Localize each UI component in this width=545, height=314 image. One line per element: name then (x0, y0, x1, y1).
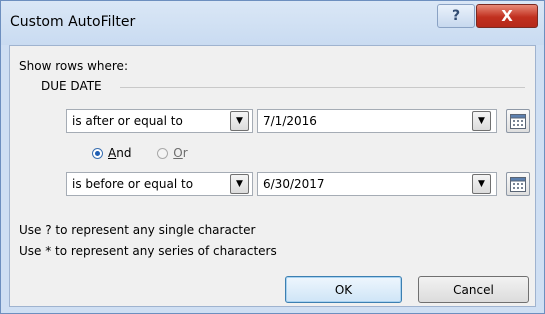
or-radio[interactable]: Or (157, 146, 209, 160)
dialog-body: Show rows where: DUE DATE is after or eq… (9, 45, 536, 307)
close-button[interactable]: X (476, 4, 538, 28)
operator-1-dropdown[interactable]: is after or equal to ▼ (66, 109, 253, 133)
value-1-text: 7/1/2016 (263, 114, 317, 128)
and-label: nd (116, 146, 132, 160)
dialog-title: Custom AutoFilter (10, 14, 136, 30)
or-accelerator: O (173, 146, 183, 160)
show-rows-label: Show rows where: (19, 59, 128, 73)
date-picker-1-button[interactable] (506, 109, 530, 133)
close-icon: X (501, 7, 513, 25)
column-name-label: DUE DATE (41, 79, 102, 93)
cancel-button[interactable]: Cancel (418, 276, 529, 303)
value-2-combobox[interactable]: 6/30/2017 ▼ (257, 172, 497, 196)
logic-radio-group: And Or (92, 146, 210, 160)
calendar-icon (510, 176, 526, 192)
cancel-button-label: Cancel (453, 282, 494, 297)
and-radio[interactable]: And (92, 146, 153, 160)
radio-unselected-icon[interactable] (157, 148, 169, 159)
chevron-down-icon[interactable]: ▼ (230, 111, 249, 131)
operator-1-value: is after or equal to (72, 114, 183, 128)
value-1-combobox[interactable]: 7/1/2016 ▼ (257, 109, 497, 133)
or-label: r (182, 146, 188, 160)
date-picker-2-button[interactable] (506, 172, 530, 196)
ok-button-label: OK (334, 282, 353, 297)
operator-2-value: is before or equal to (72, 177, 194, 191)
chevron-down-icon[interactable]: ▼ (230, 174, 249, 194)
chevron-down-icon[interactable]: ▼ (472, 174, 491, 194)
group-divider (120, 87, 525, 88)
single-char-hint: Use ? to represent any single character (19, 223, 256, 237)
value-2-text: 6/30/2017 (263, 177, 325, 191)
series-char-hint: Use * to represent any series of charact… (19, 244, 277, 258)
help-icon: ? (451, 8, 461, 24)
radio-selected-icon[interactable] (92, 148, 103, 159)
help-button[interactable]: ? (437, 4, 475, 28)
custom-autofilter-dialog: Custom AutoFilter ? X Show rows where: D… (0, 0, 545, 314)
calendar-icon (510, 113, 526, 129)
ok-button[interactable]: OK (285, 276, 402, 303)
title-bar[interactable]: Custom AutoFilter ? X (1, 1, 544, 45)
chevron-down-icon[interactable]: ▼ (472, 111, 491, 131)
operator-2-dropdown[interactable]: is before or equal to ▼ (66, 172, 253, 196)
and-accelerator: A (108, 146, 117, 160)
